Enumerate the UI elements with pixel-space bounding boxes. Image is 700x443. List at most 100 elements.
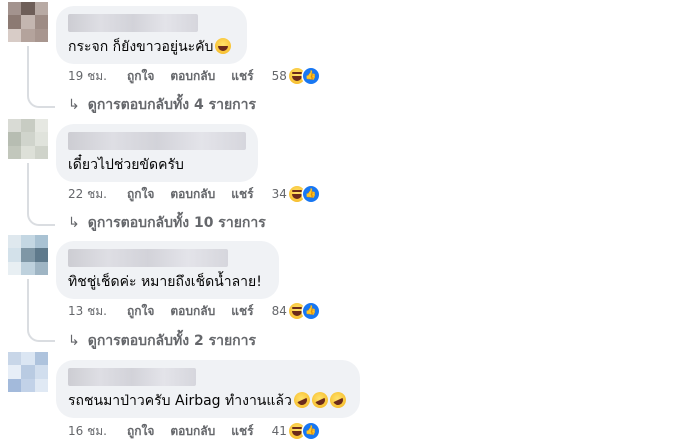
avatar-pixel: [21, 378, 35, 392]
avatar-pixel: [8, 145, 22, 159]
like-reaction-icon: 👍: [302, 303, 319, 319]
avatar[interactable]: [8, 2, 48, 42]
share-button[interactable]: แชร์: [231, 422, 253, 441]
reply-arrow-icon: ↳: [68, 215, 80, 231]
avatar-pixel: [21, 352, 35, 366]
comment-timestamp[interactable]: 13 ชม.: [68, 302, 107, 321]
like-reaction-icon: 👍: [302, 68, 319, 84]
avatar-pixel: [8, 119, 22, 133]
reply-button[interactable]: ตอบกลับ: [170, 422, 215, 441]
avatar-pixel: [8, 132, 22, 146]
comment-actions: 22 ชม. ถูกใจ ตอบกลับ แชร์ 34 👍: [68, 184, 319, 204]
avatar-pixel: [8, 378, 22, 392]
like-button[interactable]: ถูกใจ: [127, 67, 154, 86]
rolling-laughing-emoji-icon: [327, 389, 349, 411]
avatar[interactable]: [8, 352, 48, 392]
avatar-pixel: [34, 132, 48, 146]
avatar-pixel: [34, 378, 48, 392]
reaction-count[interactable]: 34: [272, 187, 287, 201]
rolling-laughing-emoji-icon: [309, 389, 331, 411]
avatar[interactable]: [8, 235, 48, 275]
avatar-pixel: [8, 352, 22, 366]
avatar-pixel: [34, 15, 48, 29]
avatar-pixel: [21, 28, 35, 42]
thread-line: [27, 163, 29, 214]
comment-bubble: เดี๋ยวไปช่วยขัดครับ: [56, 124, 258, 182]
comment-text: ทิชชู่เช็ดค่ะ หมายถึงเช็ดน้ำลาย!: [68, 274, 262, 290]
comment-timestamp[interactable]: 22 ชม.: [68, 185, 107, 204]
commenter-name-blurred[interactable]: [68, 132, 246, 150]
view-replies-link[interactable]: ↳ ดูการตอบกลับทั้ง 10 รายการ: [68, 213, 266, 233]
reply-button[interactable]: ตอบกลับ: [170, 67, 215, 86]
comment-timestamp[interactable]: 16 ชม.: [68, 422, 107, 441]
avatar-pixel: [21, 235, 35, 249]
thread-connector: [27, 92, 55, 108]
reaction-icons[interactable]: 👍: [288, 303, 319, 319]
reaction-count[interactable]: 58: [272, 69, 287, 83]
comment-bubble: รถชนมาป่าวครับ Airbag ทำงานแล้ว: [56, 360, 360, 418]
avatar-pixel: [8, 15, 22, 29]
avatar-pixel: [8, 248, 22, 262]
thread-line: [27, 279, 29, 330]
avatar-pixel: [8, 28, 22, 42]
avatar-pixel: [8, 365, 22, 379]
commenter-name-blurred[interactable]: [68, 368, 196, 386]
rolling-laughing-emoji-icon: [291, 389, 313, 411]
reply-arrow-icon: ↳: [68, 97, 80, 113]
avatar-pixel: [8, 261, 22, 275]
avatar-pixel: [21, 2, 35, 16]
reaction-icons[interactable]: 👍: [288, 423, 319, 439]
share-button[interactable]: แชร์: [231, 67, 253, 86]
like-reaction-icon: 👍: [302, 186, 319, 202]
avatar[interactable]: [8, 119, 48, 159]
comment-text: กระจก ก็ยังขาวอยู่นะคับ: [68, 38, 235, 56]
reaction-count[interactable]: 41: [272, 424, 287, 438]
avatar-pixel: [21, 15, 35, 29]
thread-connector: [27, 210, 55, 226]
avatar-pixel: [21, 261, 35, 275]
reply-arrow-icon: ↳: [68, 333, 80, 349]
like-button[interactable]: ถูกใจ: [127, 302, 154, 321]
avatar-pixel: [34, 28, 48, 42]
avatar-pixel: [34, 145, 48, 159]
avatar-pixel: [21, 145, 35, 159]
reply-button[interactable]: ตอบกลับ: [170, 185, 215, 204]
comment-text: รถชนมาป่าวครับ Airbag ทำงานแล้ว: [68, 389, 349, 411]
view-replies-link[interactable]: ↳ ดูการตอบกลับทั้ง 2 รายการ: [68, 331, 256, 351]
thread-connector: [27, 326, 55, 342]
share-button[interactable]: แชร์: [231, 185, 253, 204]
share-button[interactable]: แชร์: [231, 302, 253, 321]
avatar-pixel: [34, 261, 48, 275]
like-button[interactable]: ถูกใจ: [127, 422, 154, 441]
avatar-pixel: [21, 365, 35, 379]
commenter-name-blurred[interactable]: [68, 14, 198, 32]
reaction-icons[interactable]: 👍: [288, 186, 319, 202]
reaction-icons[interactable]: 👍: [288, 68, 319, 84]
avatar-pixel: [34, 119, 48, 133]
reaction-count[interactable]: 84: [272, 304, 287, 318]
comment-text: เดี๋ยวไปช่วยขัดครับ: [68, 157, 184, 173]
comment-actions: 13 ชม. ถูกใจ ตอบกลับ แชร์ 84 👍: [68, 301, 319, 321]
laughing-emoji-icon: [215, 38, 232, 54]
comment-bubble: ทิชชู่เช็ดค่ะ หมายถึงเช็ดน้ำลาย!: [56, 241, 279, 299]
avatar-pixel: [34, 352, 48, 366]
like-reaction-icon: 👍: [302, 423, 319, 439]
avatar-pixel: [8, 2, 22, 16]
comment-bubble: กระจก ก็ยังขาวอยู่นะคับ: [56, 6, 247, 64]
avatar-pixel: [34, 248, 48, 262]
avatar-pixel: [21, 132, 35, 146]
thread-line: [27, 46, 29, 96]
avatar-pixel: [34, 365, 48, 379]
commenter-name-blurred[interactable]: [68, 249, 228, 267]
avatar-pixel: [34, 2, 48, 16]
comment-timestamp[interactable]: 19 ชม.: [68, 67, 107, 86]
comment-actions: 19 ชม. ถูกใจ ตอบกลับ แชร์ 58 👍: [68, 66, 319, 86]
like-button[interactable]: ถูกใจ: [127, 185, 154, 204]
avatar-pixel: [21, 119, 35, 133]
avatar-pixel: [21, 248, 35, 262]
avatar-pixel: [8, 235, 22, 249]
reply-button[interactable]: ตอบกลับ: [170, 302, 215, 321]
view-replies-link[interactable]: ↳ ดูการตอบกลับทั้ง 4 รายการ: [68, 95, 256, 115]
avatar-pixel: [34, 235, 48, 249]
comment-actions: 16 ชม. ถูกใจ ตอบกลับ แชร์ 41 👍: [68, 421, 319, 441]
